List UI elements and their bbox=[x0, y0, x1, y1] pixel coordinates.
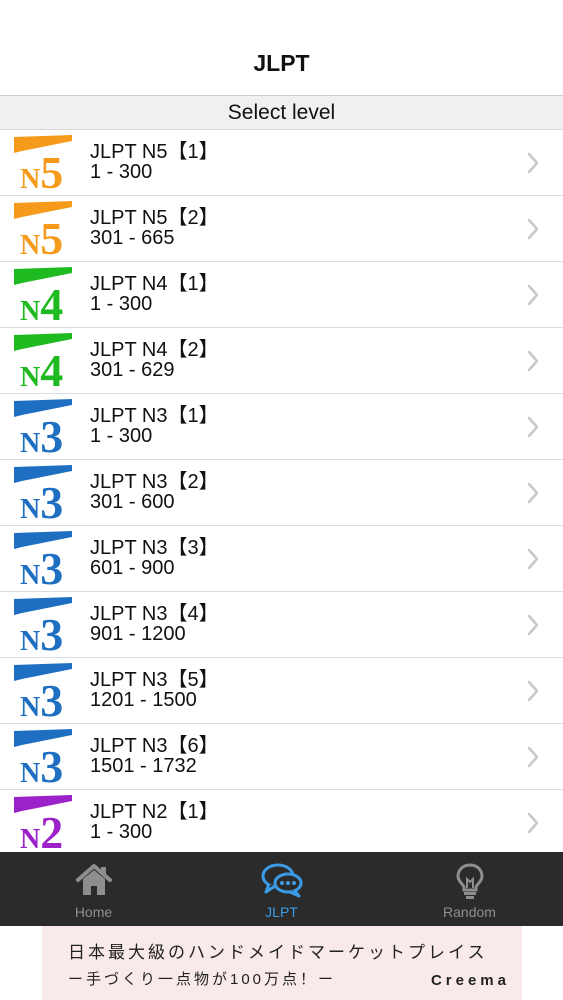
level-badge-text: N2 bbox=[20, 807, 63, 851]
page-title: JLPT bbox=[253, 50, 310, 76]
level-n2-icon: N2 bbox=[14, 795, 74, 852]
level-n3-icon: N3 bbox=[14, 729, 74, 792]
chevron-right-icon bbox=[527, 416, 539, 438]
list-item-range: 1201 - 1500 bbox=[90, 689, 197, 711]
list-item-title: JLPT N3【3】 bbox=[90, 537, 219, 559]
chat-bubbles-icon bbox=[188, 862, 375, 900]
tab-random[interactable]: Random bbox=[376, 852, 563, 926]
list-item-title: JLPT N4【2】 bbox=[90, 339, 219, 361]
level-badge-text: N3 bbox=[20, 411, 63, 455]
tab-jlpt-label: JLPT bbox=[265, 904, 298, 920]
tab-bar: Home JLPT Random bbox=[0, 852, 563, 926]
level-badge-text: N5 bbox=[20, 213, 63, 257]
list-item-title: JLPT N4【1】 bbox=[90, 273, 219, 295]
chevron-right-icon bbox=[527, 548, 539, 570]
list-item-range: 1501 - 1732 bbox=[90, 755, 197, 777]
level-badge-text: N5 bbox=[20, 147, 63, 191]
list-item[interactable]: N4 JLPT N4【1】 1 - 300 bbox=[0, 262, 563, 330]
list-item-title: JLPT N3【2】 bbox=[90, 471, 219, 493]
level-badge-text: N3 bbox=[20, 675, 63, 719]
list-item-range: 301 - 629 bbox=[90, 359, 175, 381]
level-n5-icon: N5 bbox=[14, 135, 74, 198]
level-badge-text: N3 bbox=[20, 543, 63, 587]
list-item[interactable]: N3 JLPT N3【4】 901 - 1200 bbox=[0, 592, 563, 660]
chevron-right-icon bbox=[527, 152, 539, 174]
chevron-right-icon bbox=[527, 350, 539, 372]
list-item-title: JLPT N5【2】 bbox=[90, 207, 219, 229]
tab-jlpt[interactable]: JLPT bbox=[188, 852, 375, 926]
level-badge-text: N3 bbox=[20, 477, 63, 521]
tab-random-label: Random bbox=[443, 904, 496, 920]
tab-home[interactable]: Home bbox=[0, 852, 187, 926]
list-item-range: 1 - 300 bbox=[90, 161, 153, 183]
list-item[interactable]: N3 JLPT N3【6】 1501 - 1732 bbox=[0, 724, 563, 792]
chevron-right-icon bbox=[527, 812, 539, 834]
home-icon bbox=[0, 862, 187, 900]
level-n3-icon: N3 bbox=[14, 663, 74, 726]
level-n4-icon: N4 bbox=[14, 333, 74, 396]
list-item[interactable]: N2 JLPT N2【1】 1 - 300 bbox=[0, 790, 563, 852]
lightbulb-icon bbox=[376, 862, 563, 900]
list-item-title: JLPT N3【5】 bbox=[90, 669, 219, 691]
level-badge-text: N4 bbox=[20, 279, 63, 323]
list-item[interactable]: N3 JLPT N3【3】 601 - 900 bbox=[0, 526, 563, 594]
list-item-title: JLPT N5【1】 bbox=[90, 141, 219, 163]
ad-area: 日本最大級のハンドメイドマーケットプレイス ー手づくり一点物が100万点！ー C… bbox=[0, 926, 563, 1000]
list-item-title: JLPT N2【1】 bbox=[90, 801, 219, 823]
list-item-range: 301 - 600 bbox=[90, 491, 175, 513]
chevron-right-icon bbox=[527, 614, 539, 636]
ad-headline: 日本最大級のハンドメイドマーケットプレイス bbox=[68, 943, 488, 962]
list-item-range: 901 - 1200 bbox=[90, 623, 186, 645]
navigation-bar: JLPT bbox=[0, 0, 563, 96]
level-n3-icon: N3 bbox=[14, 597, 74, 660]
level-badge-text: N3 bbox=[20, 609, 63, 653]
level-n3-icon: N3 bbox=[14, 465, 74, 528]
list-item[interactable]: N3 JLPT N3【5】 1201 - 1500 bbox=[0, 658, 563, 726]
list-item-range: 1 - 300 bbox=[90, 293, 153, 315]
list-item-range: 601 - 900 bbox=[90, 557, 175, 579]
ad-tagline: ー手づくり一点物が100万点！ー bbox=[68, 971, 337, 988]
list-item[interactable]: N5 JLPT N5【1】 1 - 300 bbox=[0, 130, 563, 198]
list-item[interactable]: N3 JLPT N3【2】 301 - 600 bbox=[0, 460, 563, 528]
level-badge-text: N4 bbox=[20, 345, 63, 389]
ad-banner[interactable]: 日本最大級のハンドメイドマーケットプレイス ー手づくり一点物が100万点！ー C… bbox=[42, 926, 522, 1000]
chevron-right-icon bbox=[527, 746, 539, 768]
list-item[interactable]: N4 JLPT N4【2】 301 - 629 bbox=[0, 328, 563, 396]
level-n5-icon: N5 bbox=[14, 201, 74, 264]
level-badge-text: N3 bbox=[20, 741, 63, 785]
chevron-right-icon bbox=[527, 680, 539, 702]
level-n4-icon: N4 bbox=[14, 267, 74, 330]
list-item-title: JLPT N3【1】 bbox=[90, 405, 219, 427]
list-item-title: JLPT N3【6】 bbox=[90, 735, 219, 757]
chevron-right-icon bbox=[527, 482, 539, 504]
level-n3-icon: N3 bbox=[14, 399, 74, 462]
level-n3-icon: N3 bbox=[14, 531, 74, 594]
list-item-range: 301 - 665 bbox=[90, 227, 175, 249]
ad-brand: Creema bbox=[430, 972, 510, 989]
list-item[interactable]: N5 JLPT N5【2】 301 - 665 bbox=[0, 196, 563, 264]
chevron-right-icon bbox=[527, 218, 539, 240]
list-item-range: 1 - 300 bbox=[90, 425, 153, 447]
list-item-range: 1 - 300 bbox=[90, 821, 153, 843]
level-list[interactable]: N5 JLPT N5【1】 1 - 300 N5 JLPT N5【2】 301 - 665… bbox=[0, 130, 563, 852]
list-item[interactable]: N3 JLPT N3【1】 1 - 300 bbox=[0, 394, 563, 462]
chevron-right-icon bbox=[527, 284, 539, 306]
section-header: Select level bbox=[0, 96, 563, 130]
tab-home-label: Home bbox=[74, 904, 113, 920]
list-item-title: JLPT N3【4】 bbox=[90, 603, 219, 625]
